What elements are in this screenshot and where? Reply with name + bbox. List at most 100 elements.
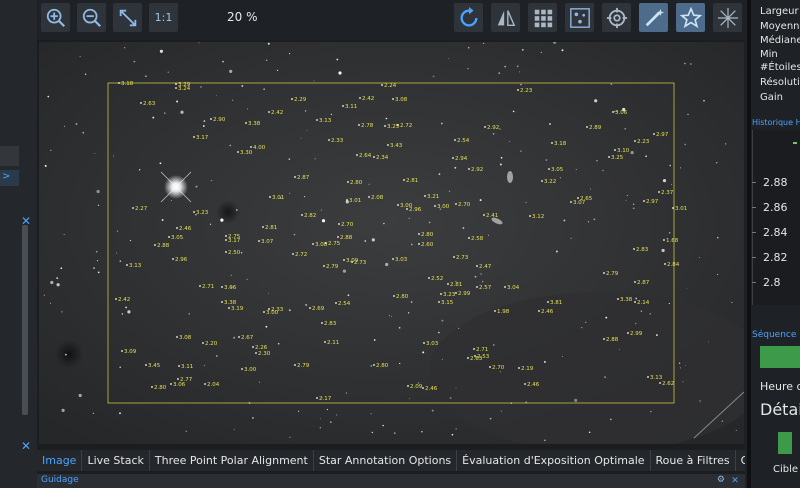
background-star bbox=[410, 301, 413, 303]
crosshair-button[interactable] bbox=[602, 3, 631, 32]
star-hfr-label: 2.08 bbox=[371, 195, 384, 201]
fit-screen-button[interactable] bbox=[113, 3, 142, 32]
close-icon[interactable]: ✕ bbox=[20, 440, 32, 452]
background-star bbox=[303, 195, 306, 198]
background-star bbox=[454, 166, 457, 169]
background-star bbox=[549, 123, 551, 125]
background-star bbox=[474, 275, 477, 278]
background-star bbox=[563, 219, 566, 222]
annotated-star bbox=[547, 301, 549, 303]
star-hfr-label: 2.83 bbox=[636, 247, 649, 253]
background-star bbox=[370, 413, 372, 415]
annotated-star bbox=[269, 196, 271, 198]
zoom-out-button[interactable] bbox=[77, 3, 106, 32]
annotated-star bbox=[658, 191, 660, 193]
background-star bbox=[93, 267, 95, 270]
panel-button[interactable] bbox=[0, 146, 19, 166]
background-star bbox=[467, 46, 470, 49]
image-viewer[interactable]: 3.18 3.29 3.24 2.24 2.23 2.63 2.29 2.42 3.08 3.11… bbox=[39, 42, 744, 444]
star-hfr-label: 2.81 bbox=[265, 225, 277, 231]
star-hfr-label: 2.62 bbox=[662, 381, 674, 387]
background-star bbox=[336, 58, 339, 61]
background-star bbox=[389, 315, 391, 317]
tab-star-annotation-options[interactable]: Star Annotation Options bbox=[314, 450, 458, 471]
star-hfr-label: 3.13 bbox=[129, 263, 142, 269]
background-star bbox=[164, 112, 166, 114]
background-star bbox=[432, 75, 435, 78]
tab-exposure-evaluation[interactable]: Évaluation d'Exposition Optimale bbox=[457, 450, 651, 471]
star-hfr-label: 4.00 bbox=[253, 145, 266, 151]
background-star bbox=[209, 223, 212, 225]
background-star bbox=[669, 164, 671, 167]
close-icon[interactable]: ✕ bbox=[729, 475, 741, 487]
background-star bbox=[440, 122, 443, 125]
scrollbar[interactable] bbox=[22, 225, 28, 415]
background-star bbox=[632, 203, 635, 205]
background-star bbox=[63, 234, 65, 236]
annotated-star bbox=[245, 122, 247, 124]
zoom-out-icon bbox=[82, 8, 101, 27]
background-star bbox=[50, 149, 52, 152]
background-star bbox=[92, 412, 94, 414]
annotated-star bbox=[228, 307, 230, 309]
dust-spot bbox=[216, 200, 240, 224]
tab-live-stack[interactable]: Live Stack bbox=[82, 450, 150, 471]
zoom-in-button[interactable] bbox=[41, 3, 70, 32]
background-star bbox=[145, 75, 147, 77]
settings-icon[interactable]: ⚙ bbox=[717, 475, 725, 485]
star-hfr-label: 3.23 bbox=[196, 210, 209, 216]
y-tick-label: 2.82 bbox=[763, 251, 788, 264]
background-star bbox=[624, 127, 627, 130]
star-hfr-label: 2.54 bbox=[338, 301, 351, 307]
auto-stretch-button[interactable] bbox=[639, 3, 668, 32]
annotated-star bbox=[168, 236, 170, 238]
y-tick-label: 2.8 bbox=[763, 276, 781, 289]
background-star bbox=[545, 159, 548, 161]
tab-image[interactable]: Image bbox=[37, 450, 83, 471]
panel-splitter[interactable] bbox=[747, 0, 751, 488]
annotated-star bbox=[263, 311, 265, 313]
background-star bbox=[670, 183, 672, 185]
annotated-star bbox=[634, 140, 636, 142]
star-hfr-label: 3.12 bbox=[532, 214, 544, 220]
stat-median-label: Médiane bbox=[760, 35, 800, 46]
star-detection-button[interactable] bbox=[565, 3, 594, 32]
star-hfr-label: 2.70 bbox=[492, 365, 505, 371]
flip-button[interactable] bbox=[491, 3, 520, 32]
annotated-star bbox=[238, 336, 240, 338]
background-star bbox=[632, 207, 635, 210]
background-star bbox=[385, 262, 389, 267]
background-star bbox=[60, 267, 63, 270]
annotated-star bbox=[518, 367, 520, 369]
background-star bbox=[635, 322, 637, 325]
star-hfr-label: 2.46 bbox=[541, 309, 554, 315]
background-star bbox=[543, 360, 546, 363]
expand-button[interactable]: > bbox=[0, 170, 19, 186]
one-to-one-button[interactable]: 1:1 bbox=[149, 3, 178, 32]
annotated-star bbox=[337, 236, 339, 238]
annotated-star bbox=[178, 365, 180, 367]
annotated-star bbox=[175, 83, 177, 85]
annotated-star bbox=[418, 233, 420, 235]
y-tick bbox=[752, 257, 756, 258]
background-star bbox=[319, 418, 321, 420]
crosshair-star-button[interactable] bbox=[713, 3, 742, 32]
stat-mean-label: Moyenne bbox=[760, 21, 800, 32]
grid-button[interactable] bbox=[528, 3, 557, 32]
background-star bbox=[662, 179, 667, 183]
rotate-button[interactable] bbox=[454, 3, 483, 32]
annotated-star bbox=[524, 383, 526, 385]
background-star bbox=[625, 199, 627, 202]
annotated-star bbox=[351, 261, 353, 263]
tab-filter-wheel[interactable]: Roue à Filtres bbox=[651, 450, 736, 471]
annotated-star bbox=[452, 157, 454, 159]
star-hfr-label: 3.11 bbox=[345, 104, 357, 110]
tab-polar-alignment[interactable]: Three Point Polar Alignment bbox=[150, 450, 314, 471]
annotated-star bbox=[154, 244, 156, 246]
annotated-star bbox=[614, 149, 616, 151]
annotated-star bbox=[262, 226, 264, 228]
star-hfr-label: 2.79 bbox=[297, 363, 310, 369]
star-hfr-label: 2.20 bbox=[205, 341, 218, 347]
annotated-star bbox=[483, 214, 485, 216]
star-annotation-button[interactable] bbox=[676, 3, 705, 32]
